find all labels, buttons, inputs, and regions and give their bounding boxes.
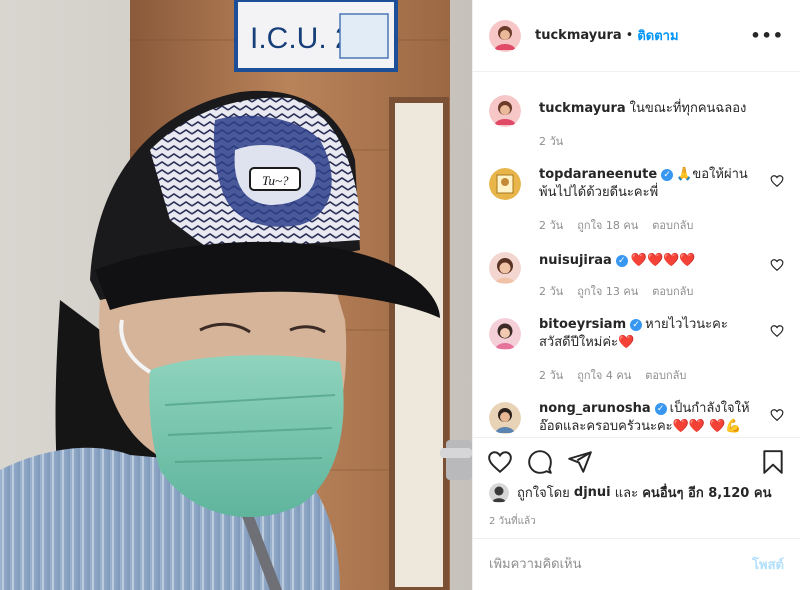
caption-time[interactable]: 2 วัน — [539, 132, 563, 150]
likes-count-link[interactable]: คนอื่นๆ อีก 8,120 คน — [642, 482, 771, 503]
comment-like-heart-icon[interactable] — [770, 408, 784, 422]
comment-text: ❤️❤️❤️❤️ — [630, 253, 696, 268]
post-header: tuckmayura • ติดตาม ••• — [473, 0, 800, 72]
verified-badge-icon: ✓ — [661, 169, 674, 181]
comment-item: bitoeyrsiam ✓ หายไวไวนะคะ สวัสดีปีใหม่ค่ะ❤… — [489, 300, 784, 384]
add-comment-bar: โพสต์ — [473, 538, 800, 590]
heart-outline-icon[interactable] — [487, 449, 513, 475]
comment-item: nuisujiraa ✓ ❤️❤️❤️❤️ 2 วัน ถูกใจ 13 คน ตอ… — [489, 234, 784, 300]
comment-username[interactable]: bitoeyrsiam — [539, 317, 626, 332]
comment-likes[interactable]: ถูกใจ 13 คน — [577, 282, 638, 300]
svg-text:Tu~?: Tu~? — [262, 173, 289, 188]
post-photo[interactable]: I.C.U. 2 Tu~? — [0, 0, 472, 590]
comment-avatar[interactable] — [489, 252, 521, 284]
author-avatar[interactable] — [489, 19, 521, 52]
liker-username[interactable]: djnui — [574, 485, 611, 500]
comment-like-heart-icon[interactable] — [770, 324, 784, 338]
paper-plane-icon[interactable] — [567, 449, 593, 475]
post-sidebar: tuckmayura • ติดตาม ••• tuckmayura ในขณะท… — [472, 0, 800, 590]
likes-summary: ถูกใจโดย djnui และ คนอื่นๆ อีก 8,120 คน — [489, 482, 784, 503]
liker-avatar[interactable] — [489, 482, 509, 503]
comment-username[interactable]: nong_arunosha — [539, 401, 651, 416]
comment-item: nong_arunosha ✓ เป็นกำลังใจให้ อ๊อดและครอบ… — [489, 384, 784, 435]
author-username[interactable]: tuckmayura — [535, 28, 622, 43]
comment-username[interactable]: topdaraneenute — [539, 167, 657, 182]
comment-time[interactable]: 2 วัน — [539, 282, 563, 300]
comment-likes[interactable]: ถูกใจ 4 คน — [577, 366, 631, 384]
comment-like-heart-icon[interactable] — [770, 174, 784, 188]
comments-list[interactable]: tuckmayura ในขณะที่ทุกคนฉลอง 2 วัน topdar… — [473, 73, 800, 435]
post-comment-button[interactable]: โพสต์ — [752, 554, 784, 575]
post-timestamp[interactable]: 2 วันที่แล้ว — [489, 514, 536, 529]
caption-username[interactable]: tuckmayura — [539, 101, 626, 116]
comment-likes[interactable]: ถูกใจ 18 คน — [577, 216, 638, 234]
likes-middle: และ — [614, 486, 639, 501]
comment-input[interactable] — [489, 557, 753, 572]
caption-avatar[interactable] — [489, 95, 521, 127]
reply-button[interactable]: ตอบกลับ — [652, 216, 693, 234]
caption-row: tuckmayura ในขณะที่ทุกคนฉลอง 2 วัน — [489, 73, 784, 150]
comment-username[interactable]: nuisujiraa — [539, 253, 612, 268]
more-options-icon[interactable]: ••• — [750, 26, 784, 45]
speech-bubble-icon[interactable] — [527, 449, 553, 475]
verified-badge-icon: ✓ — [654, 403, 667, 415]
verified-badge-icon: ✓ — [615, 255, 628, 267]
bookmark-icon[interactable] — [760, 449, 786, 475]
selfie-image: I.C.U. 2 Tu~? — [0, 0, 472, 590]
comment-time[interactable]: 2 วัน — [539, 216, 563, 234]
likes-prefix: ถูกใจโดย — [517, 486, 570, 501]
comment-time[interactable]: 2 วัน — [539, 366, 563, 384]
reply-button[interactable]: ตอบกลับ — [652, 282, 693, 300]
post-action-bar — [473, 437, 800, 485]
reply-button[interactable]: ตอบกลับ — [645, 366, 686, 384]
verified-badge-icon: ✓ — [630, 319, 643, 331]
comment-avatar[interactable] — [489, 318, 521, 350]
door-sign-text: I.C.U. 2 — [250, 22, 352, 55]
caption-text: ในขณะที่ทุกคนฉลอง — [629, 101, 747, 116]
follow-button[interactable]: ติดตาม — [637, 25, 678, 46]
comment-item: topdaraneenute ✓ 🙏ขอให้ผ่านพ้นไปได้ด้วยดีน… — [489, 150, 784, 234]
comment-avatar[interactable] — [489, 402, 521, 434]
header-separator: • — [625, 28, 634, 43]
comment-like-heart-icon[interactable] — [770, 258, 784, 272]
comment-avatar[interactable] — [489, 168, 521, 200]
